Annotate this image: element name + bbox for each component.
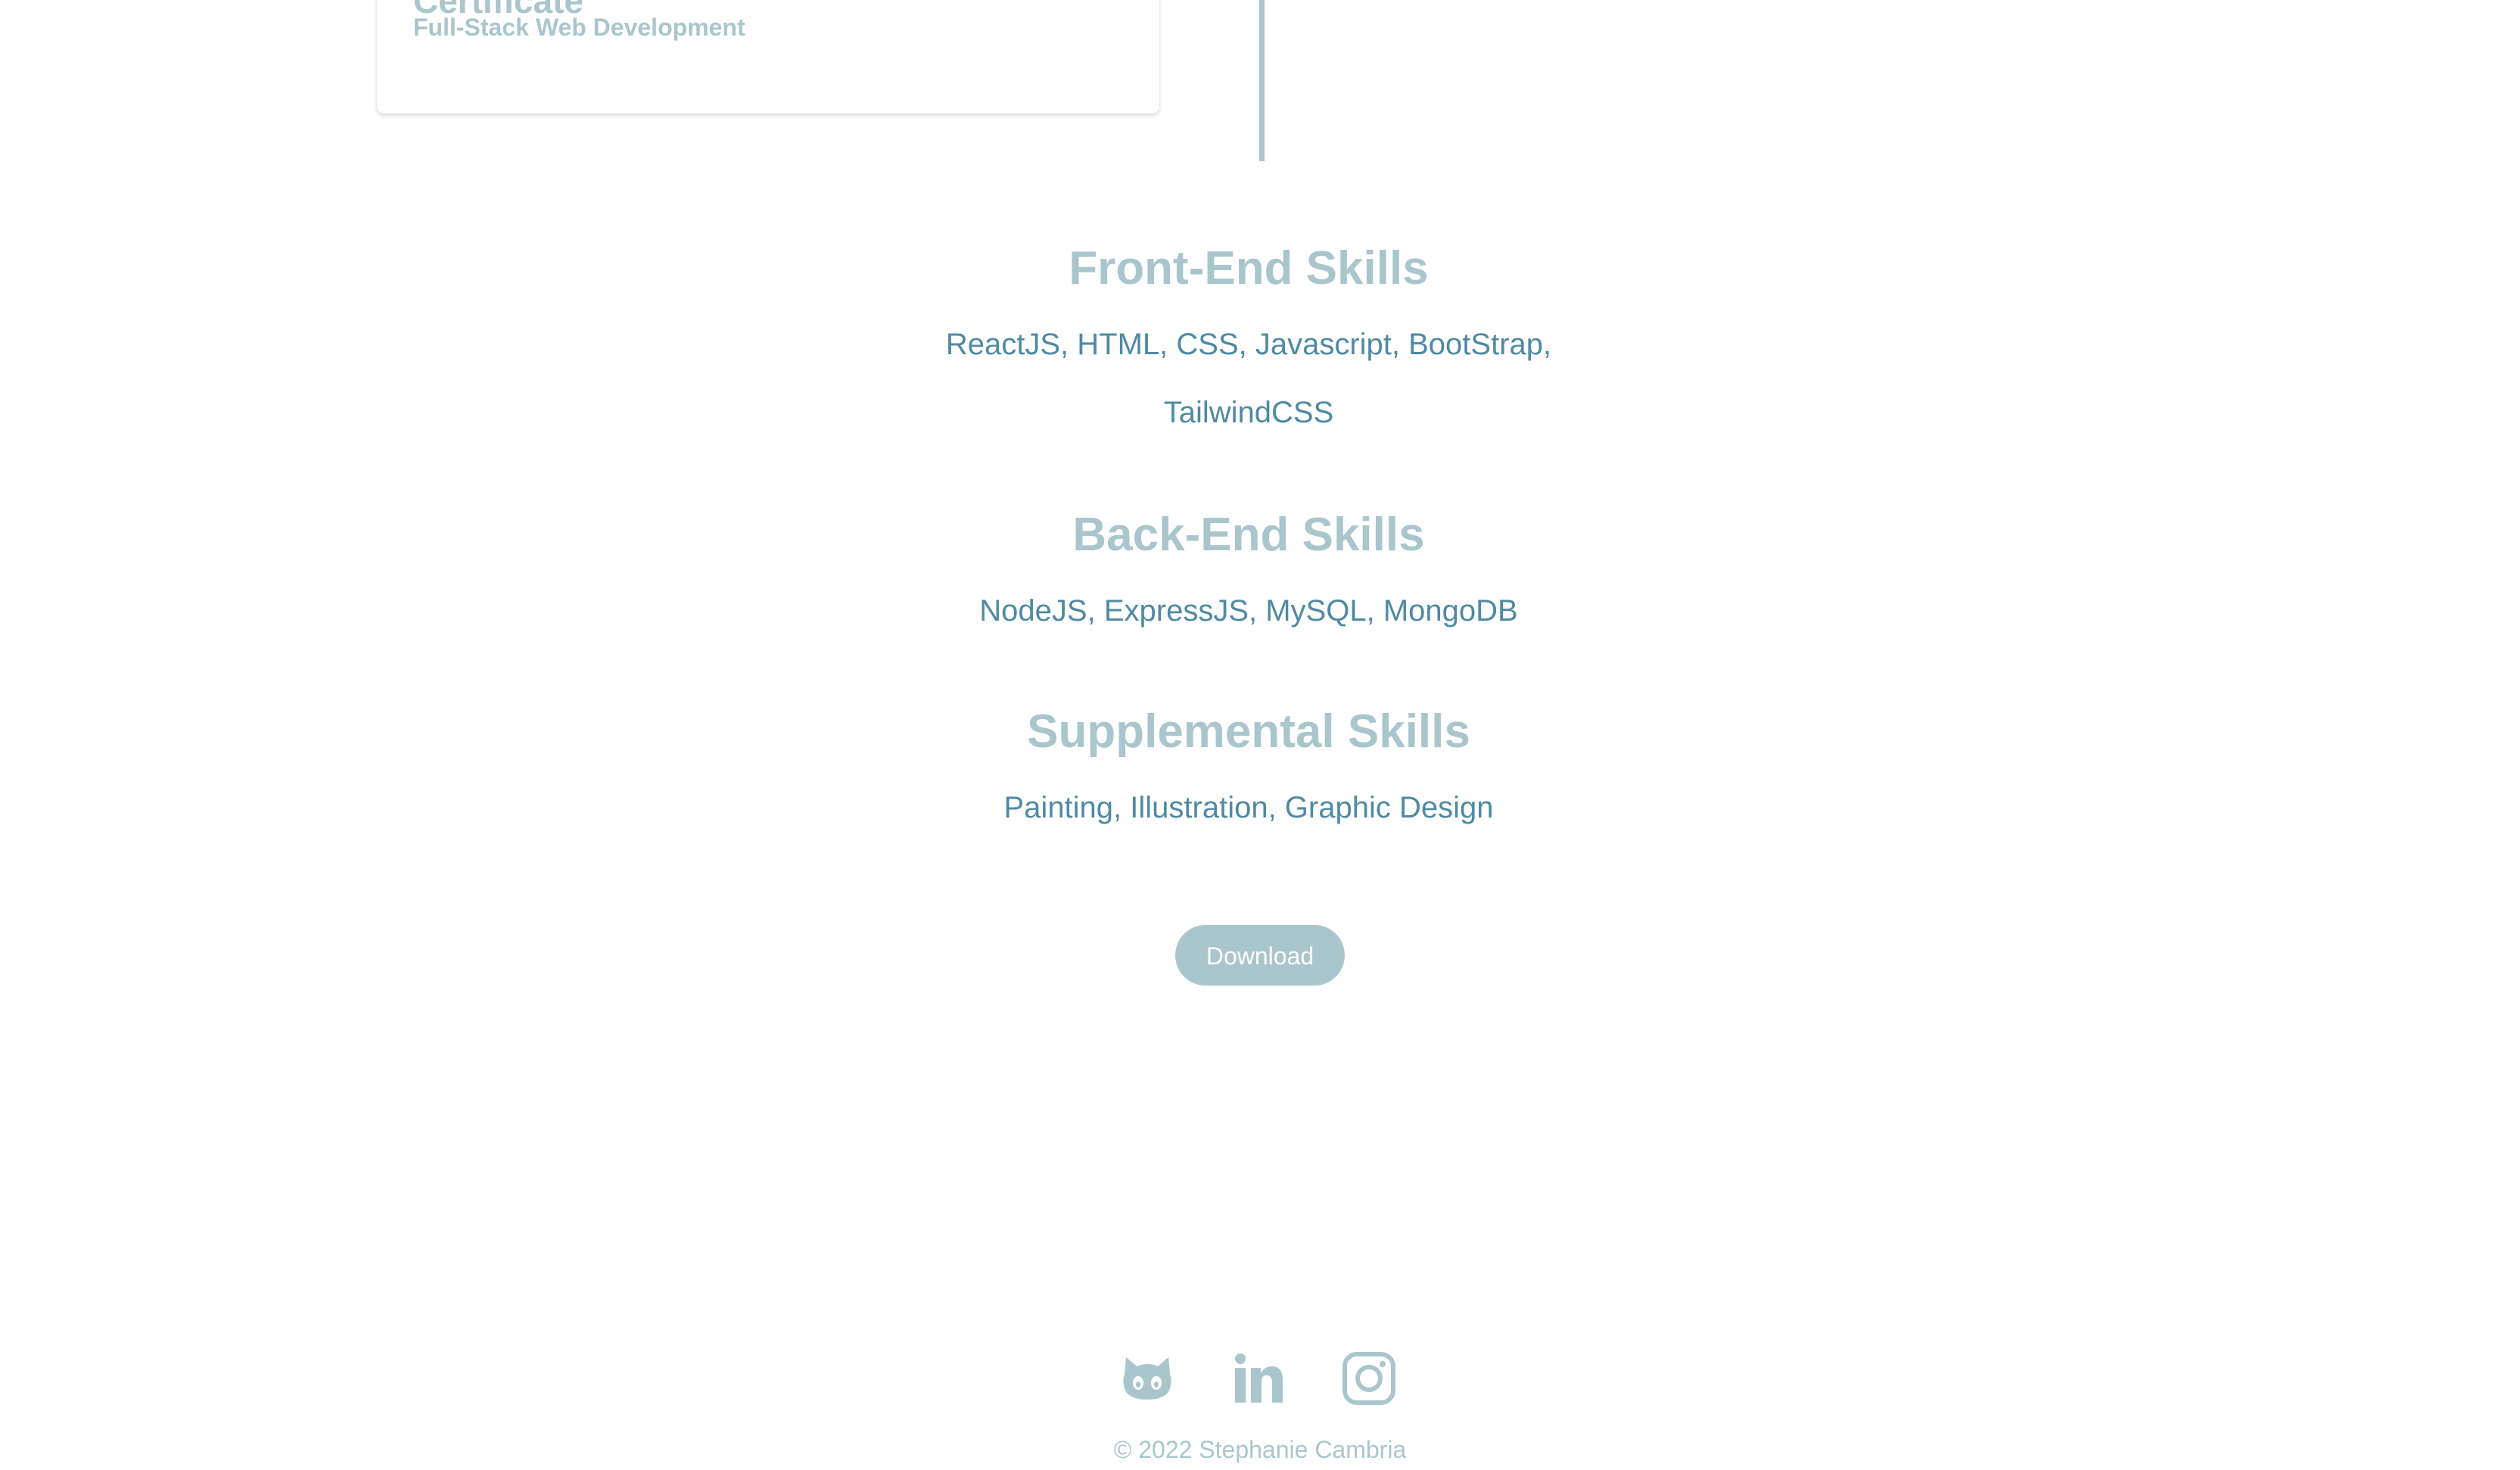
timeline-line [1259, 0, 1265, 161]
back-end-skills-list: NodeJS, ExpressJS, MySQL, MongoDB [979, 594, 1518, 628]
back-end-skills-heading: Back-End Skills [1072, 509, 1425, 561]
github-link[interactable] [1120, 1351, 1174, 1406]
page: Certificate Full-Stack Web Development F… [0, 0, 2520, 1470]
social-links [1120, 1351, 1400, 1406]
front-end-skills-heading: Front-End Skills [1069, 242, 1429, 294]
copyright-text: © 2022 Stephanie Cambria [1113, 1436, 1407, 1463]
supplemental-skills-heading: Supplemental Skills [1027, 705, 1470, 758]
timeline-card: Certificate Full-Stack Web Development [377, 0, 1159, 114]
instagram-link[interactable] [1342, 1351, 1396, 1406]
download-button[interactable]: Download [1175, 925, 1345, 986]
front-end-skills-list: ReactJS, HTML, CSS, Javascript, BootStra… [945, 328, 1552, 429]
linkedin-link[interactable] [1231, 1351, 1286, 1406]
instagram-icon [1342, 1351, 1396, 1406]
timeline-card-subtitle: Full-Stack Web Development [413, 14, 745, 41]
supplemental-skills-list: Painting, Illustration, Graphic Design [1003, 791, 1494, 824]
linkedin-icon [1231, 1351, 1286, 1406]
github-icon [1120, 1351, 1174, 1406]
